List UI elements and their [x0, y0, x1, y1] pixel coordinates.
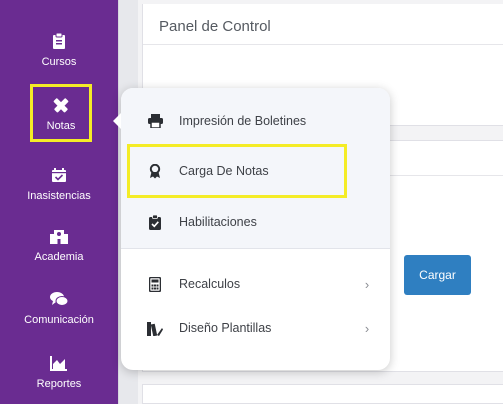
printer-icon — [147, 113, 163, 129]
clipboard-icon — [48, 30, 70, 52]
chevron-right-icon: › — [364, 276, 370, 292]
sidebar-item-label: Academia — [34, 251, 84, 263]
sidebar-item-comunicacion[interactable]: Comunicación — [0, 288, 118, 326]
sidebar-item-label: Notas — [46, 120, 76, 132]
pencil-ruler-icon — [50, 94, 72, 116]
sidebar-item-label: Inasistencias — [27, 190, 91, 202]
menu-item-label: Recalculos — [179, 277, 241, 291]
footer-panel — [142, 384, 503, 404]
paint-swatch-icon — [147, 320, 163, 336]
sidebar-item-inasistencias[interactable]: Inasistencias — [0, 164, 118, 202]
sidebar-item-label: Comunicación — [24, 314, 94, 326]
chat-bubbles-icon — [48, 288, 70, 310]
divider — [143, 44, 503, 45]
sidebar-item-reportes[interactable]: Reportes — [0, 352, 118, 390]
calendar-check-icon — [48, 164, 70, 186]
menu-item-label: Habilitaciones — [179, 215, 257, 229]
menu-item-label: Impresión de Boletines — [179, 114, 307, 128]
sidebar-item-label: Reportes — [36, 378, 82, 390]
menu-item-habilitaciones[interactable]: Habilitaciones — [121, 207, 390, 237]
sidebar-item-label: Cursos — [41, 56, 77, 68]
menu-item-label: Diseño Plantillas — [179, 321, 272, 335]
clipboard-check-icon — [147, 214, 163, 230]
menu-item-label: Carga De Notas — [179, 164, 269, 178]
sidebar-item-academia[interactable]: Academia — [0, 225, 118, 263]
menu-item-diseno-plantillas[interactable]: Diseño Plantillas › — [121, 313, 390, 343]
page-title: Panel de Control — [159, 18, 271, 35]
notas-dropdown-menu: Impresión de Boletines Carga De Notas Ha… — [113, 88, 390, 370]
cargar-button[interactable]: Cargar — [404, 255, 471, 295]
sidebar: Cursos Notas Inasistencias Academia Comu… — [0, 0, 118, 404]
menu-item-carga-de-notas[interactable]: Carga De Notas — [121, 156, 390, 186]
area-chart-icon — [48, 352, 70, 374]
award-ribbon-icon — [147, 163, 163, 179]
sidebar-item-notas[interactable]: Notas — [30, 84, 92, 142]
dropdown-divider — [121, 248, 390, 249]
menu-item-impresion-boletines[interactable]: Impresión de Boletines — [121, 106, 390, 136]
calculator-icon — [147, 276, 163, 292]
menu-item-recalculos[interactable]: Recalculos › — [121, 269, 390, 299]
chevron-right-icon: › — [364, 320, 370, 336]
school-building-icon — [48, 225, 70, 247]
sidebar-item-cursos[interactable]: Cursos — [0, 30, 118, 68]
